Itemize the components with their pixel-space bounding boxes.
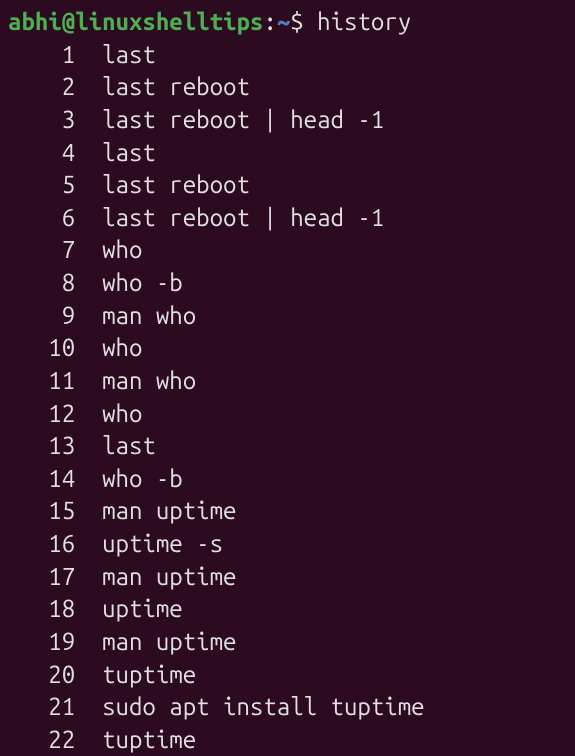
history-number: 18 bbox=[8, 593, 75, 626]
history-command: last reboot bbox=[102, 73, 250, 100]
history-command: who bbox=[102, 400, 142, 427]
history-entry: 21 sudo apt install tuptime bbox=[8, 691, 567, 724]
history-number: 8 bbox=[8, 267, 75, 300]
history-number: 15 bbox=[8, 495, 75, 528]
history-entry: 14 who -b bbox=[8, 463, 567, 496]
history-command: uptime -s bbox=[102, 530, 223, 557]
history-command: who bbox=[102, 236, 142, 263]
history-number: 6 bbox=[8, 202, 75, 235]
history-command: last reboot | head -1 bbox=[102, 106, 384, 133]
history-entry: 6 last reboot | head -1 bbox=[8, 202, 567, 235]
history-number: 7 bbox=[8, 234, 75, 267]
history-number: 14 bbox=[8, 463, 75, 496]
history-command: last reboot | head -1 bbox=[102, 204, 384, 231]
prompt-dollar: $ bbox=[290, 8, 303, 35]
history-command: last bbox=[102, 139, 156, 166]
history-number: 11 bbox=[8, 365, 75, 398]
history-number: 22 bbox=[8, 724, 75, 756]
history-command: who -b bbox=[102, 465, 183, 492]
history-entry: 9 man who bbox=[8, 300, 567, 333]
history-entry: 4 last bbox=[8, 137, 567, 170]
terminal-prompt-line[interactable]: abhi@linuxshelltips:~$ history bbox=[8, 6, 567, 39]
history-number: 3 bbox=[8, 104, 75, 137]
history-number: 1 bbox=[8, 39, 75, 72]
history-entry: 12 who bbox=[8, 398, 567, 431]
history-entry: 19 man uptime bbox=[8, 626, 567, 659]
history-command: sudo apt install tuptime bbox=[102, 693, 425, 720]
current-path: ~ bbox=[277, 8, 290, 35]
history-entry: 10 who bbox=[8, 332, 567, 365]
history-command: last bbox=[102, 432, 156, 459]
history-command: last bbox=[102, 41, 156, 68]
history-command: uptime bbox=[102, 595, 183, 622]
history-entry: 13 last bbox=[8, 430, 567, 463]
typed-command: history bbox=[317, 8, 411, 35]
history-number: 20 bbox=[8, 659, 75, 692]
history-number: 12 bbox=[8, 398, 75, 431]
history-entry: 3 last reboot | head -1 bbox=[8, 104, 567, 137]
history-entry: 7 who bbox=[8, 234, 567, 267]
history-entry: 1 last bbox=[8, 39, 567, 72]
history-entry: 18 uptime bbox=[8, 593, 567, 626]
history-entry: 5 last reboot bbox=[8, 169, 567, 202]
history-number: 19 bbox=[8, 626, 75, 659]
history-entry: 17 man uptime bbox=[8, 561, 567, 594]
history-command: man uptime bbox=[102, 497, 236, 524]
history-command: man who bbox=[102, 302, 196, 329]
prompt-colon: : bbox=[263, 8, 276, 35]
history-number: 17 bbox=[8, 561, 75, 594]
history-number: 2 bbox=[8, 71, 75, 104]
history-command: man uptime bbox=[102, 628, 236, 655]
history-command: tuptime bbox=[102, 726, 196, 753]
history-command: man uptime bbox=[102, 563, 236, 590]
history-number: 13 bbox=[8, 430, 75, 463]
history-output: 1 last 2 last reboot 3 last reboot | head -… bbox=[8, 39, 567, 756]
history-number: 16 bbox=[8, 528, 75, 561]
history-entry: 20 tuptime bbox=[8, 659, 567, 692]
user-host: abhi@linuxshelltips bbox=[8, 8, 263, 35]
history-number: 10 bbox=[8, 332, 75, 365]
history-entry: 11 man who bbox=[8, 365, 567, 398]
history-entry: 15 man uptime bbox=[8, 495, 567, 528]
history-command: man who bbox=[102, 367, 196, 394]
history-number: 4 bbox=[8, 137, 75, 170]
history-number: 5 bbox=[8, 169, 75, 202]
history-entry: 2 last reboot bbox=[8, 71, 567, 104]
history-command: who bbox=[102, 334, 142, 361]
history-command: who -b bbox=[102, 269, 183, 296]
history-entry: 22 tuptime bbox=[8, 724, 567, 756]
history-number: 21 bbox=[8, 691, 75, 724]
history-number: 9 bbox=[8, 300, 75, 333]
history-entry: 16 uptime -s bbox=[8, 528, 567, 561]
history-entry: 8 who -b bbox=[8, 267, 567, 300]
history-command: last reboot bbox=[102, 171, 250, 198]
history-command: tuptime bbox=[102, 661, 196, 688]
